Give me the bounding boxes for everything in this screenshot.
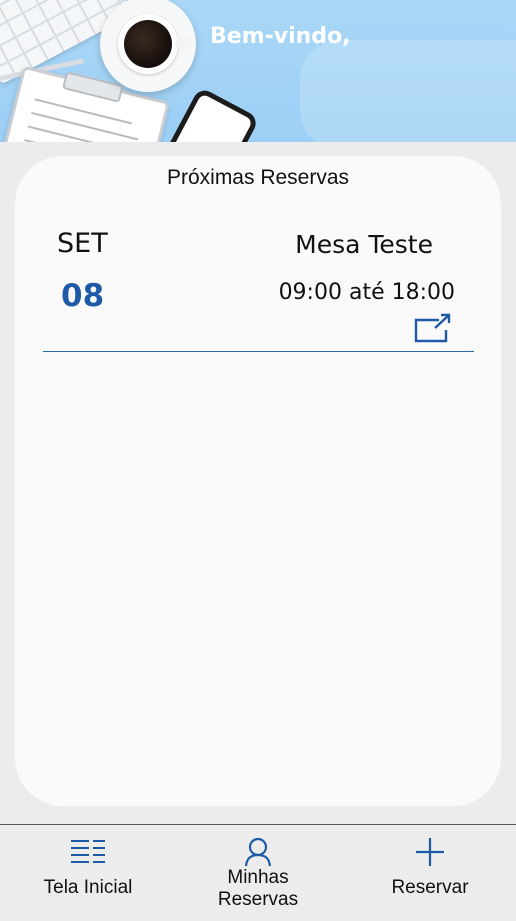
reservation-day: 08 bbox=[61, 278, 105, 314]
user-icon bbox=[244, 837, 272, 867]
list-icon bbox=[71, 840, 105, 863]
open-reservation-button[interactable] bbox=[413, 312, 453, 344]
upcoming-reservations-card: Próximas Reservas SET 08 Mesa Teste 09:0… bbox=[15, 156, 501, 806]
reservation-time-range: 09:00 até 18:00 bbox=[278, 280, 455, 305]
bottom-navigation: Tela Inicial Minhas Reservas Reservar bbox=[0, 824, 516, 921]
nav-home-label: Tela Inicial bbox=[43, 877, 133, 898]
upcoming-reservations-title: Próximas Reservas bbox=[166, 166, 350, 189]
reservation-desk-name: Mesa Teste bbox=[295, 230, 433, 259]
nav-home[interactable]: Tela Inicial bbox=[20, 825, 156, 921]
nav-my-reservations-label-line1: Minhas bbox=[227, 867, 289, 888]
nav-my-reservations-label-line2: Reservas bbox=[217, 889, 299, 910]
reservation-divider bbox=[43, 351, 474, 352]
coffee-illustration bbox=[124, 20, 172, 68]
nav-my-reservations[interactable]: Minhas Reservas bbox=[190, 825, 326, 921]
welcome-heading: Bem-vindo, bbox=[210, 24, 351, 49]
header-glow bbox=[300, 40, 516, 142]
cup-handle-illustration bbox=[175, 38, 193, 48]
reservation-month: SET bbox=[57, 228, 108, 259]
plus-icon bbox=[416, 838, 444, 866]
open-external-icon bbox=[414, 313, 451, 343]
nav-reserve-label: Reservar bbox=[391, 877, 469, 898]
header-banner: Bem-vindo, bbox=[0, 0, 516, 142]
nav-reserve[interactable]: Reservar bbox=[362, 825, 498, 921]
